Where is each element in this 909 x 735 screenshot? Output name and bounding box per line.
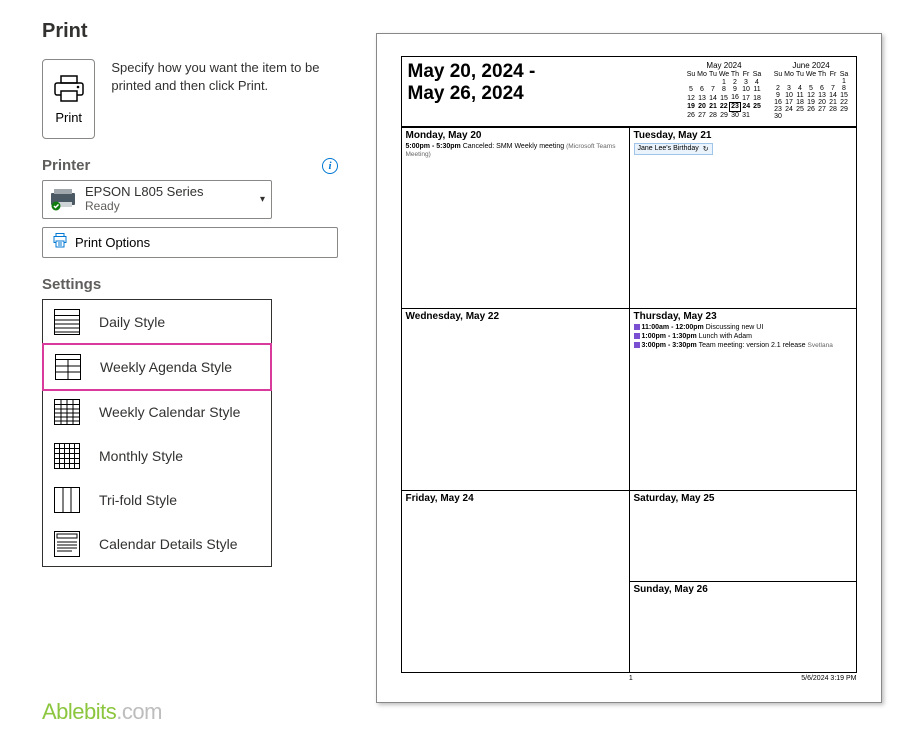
print-button-label: Print	[55, 110, 82, 125]
print-options-label: Print Options	[75, 235, 150, 250]
style-item-daily[interactable]: Daily Style	[43, 300, 271, 344]
print-options-icon	[53, 233, 69, 252]
print-preview-area: May 20, 2024 - May 26, 2024 May 2024SuMo…	[358, 0, 909, 735]
weekly-agenda-icon	[54, 353, 82, 381]
event: 3:00pm - 3:30pm Team meeting: version 2.…	[634, 342, 852, 351]
mini-calendars: May 2024SuMoTuWeThFrSa123456789101112131…	[686, 61, 850, 120]
style-item-weekly-agenda[interactable]: Weekly Agenda Style	[42, 343, 272, 391]
event: 11:00am - 12:00pm Discussing new UI	[634, 324, 852, 333]
page-number: 1	[461, 675, 802, 682]
chevron-down-icon: ▾	[260, 194, 265, 205]
doc-header: May 20, 2024 - May 26, 2024 May 2024SuMo…	[401, 56, 857, 127]
style-item-label: Weekly Agenda Style	[100, 359, 232, 375]
monthly-style-icon	[53, 442, 81, 470]
print-preview-page: May 20, 2024 - May 26, 2024 May 2024SuMo…	[376, 33, 882, 703]
daily-style-icon	[53, 308, 81, 336]
cell-wednesday: Wednesday, May 22	[402, 308, 629, 490]
print-styles-list: Daily Style Weekly Agenda Style Weekly C…	[42, 299, 272, 567]
cell-tuesday: Tuesday, May 21 Jane Lee's Birthday ↻	[629, 127, 856, 309]
style-item-label: Calendar Details Style	[99, 536, 238, 552]
style-item-monthly[interactable]: Monthly Style	[43, 434, 271, 478]
style-item-label: Monthly Style	[99, 448, 183, 464]
print-button[interactable]: Print	[42, 59, 95, 139]
page-title: Print	[42, 20, 338, 43]
cell-monday: Monday, May 20 5:00pm - 5:30pm Canceled:…	[402, 127, 629, 309]
printer-section-header: Printer i	[42, 157, 338, 174]
info-icon[interactable]: i	[322, 158, 338, 174]
printer-device-icon	[49, 187, 77, 211]
style-item-weekly-calendar[interactable]: Weekly Calendar Style	[43, 390, 271, 434]
cell-friday: Friday, May 24	[402, 490, 629, 672]
cell-sunday: Sunday, May 26	[629, 581, 856, 672]
printer-section-label: Printer	[42, 157, 90, 174]
printer-status: Ready	[85, 200, 252, 214]
cell-thursday: Thursday, May 23 11:00am - 12:00pm Discu…	[629, 308, 856, 490]
mini-calendar-may: May 2024SuMoTuWeThFrSa123456789101112131…	[686, 61, 763, 120]
style-item-label: Weekly Calendar Style	[99, 404, 240, 420]
event: 1:00pm - 1:30pm Lunch with Adam	[634, 333, 852, 342]
style-item-details[interactable]: Calendar Details Style	[43, 522, 271, 566]
allday-event: Jane Lee's Birthday ↻	[634, 143, 713, 155]
printer-name: EPSON L805 Series	[85, 185, 252, 200]
trifold-style-icon	[53, 486, 81, 514]
weekly-calendar-icon	[53, 398, 81, 426]
watermark: Ablebits.com	[42, 699, 338, 725]
style-item-trifold[interactable]: Tri-fold Style	[43, 478, 271, 522]
style-item-label: Daily Style	[99, 314, 165, 330]
cell-saturday: Saturday, May 25	[629, 490, 856, 581]
doc-date-range: May 20, 2024 - May 26, 2024	[408, 61, 686, 120]
details-style-icon	[53, 530, 81, 558]
printer-icon	[52, 74, 86, 104]
printer-select[interactable]: EPSON L805 Series Ready ▾	[42, 180, 272, 219]
preview-footer: 1 5/6/2024 3:19 PM	[401, 673, 857, 682]
print-options-button[interactable]: Print Options	[42, 227, 338, 258]
print-action-row: Print Specify how you want the item to b…	[42, 59, 338, 139]
print-info-text: Specify how you want the item to be prin…	[111, 59, 338, 139]
event: 5:00pm - 5:30pm Canceled: SMM Weekly mee…	[406, 143, 625, 161]
weekly-agenda-grid: Monday, May 20 5:00pm - 5:30pm Canceled:…	[401, 127, 857, 673]
style-item-label: Tri-fold Style	[99, 492, 177, 508]
footer-timestamp: 5/6/2024 3:19 PM	[801, 675, 856, 682]
mini-calendar-june: June 2024SuMoTuWeThFrSa12345678910111213…	[773, 61, 850, 120]
settings-section-header: Settings	[42, 276, 338, 293]
recurring-icon: ↻	[703, 145, 709, 153]
settings-label: Settings	[42, 276, 101, 293]
print-settings-panel: Print Print Specify how you want the ite…	[0, 0, 358, 735]
